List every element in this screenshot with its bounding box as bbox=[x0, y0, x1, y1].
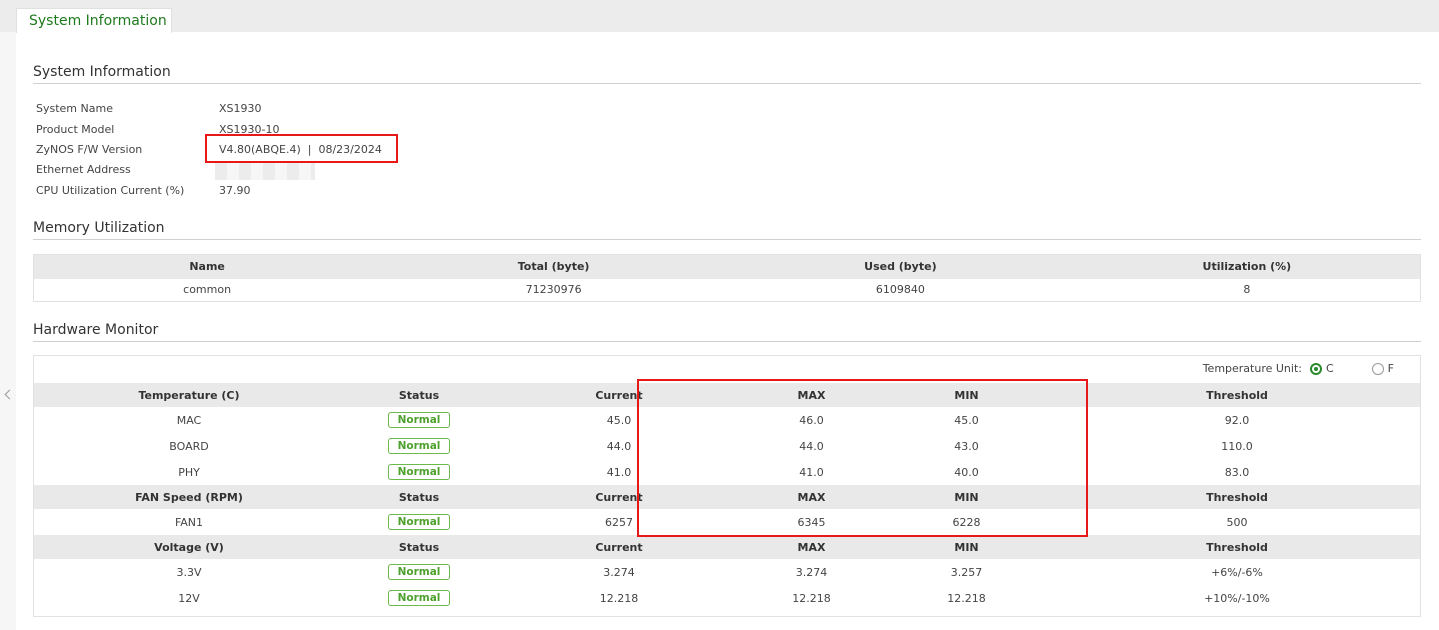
fan-name: FAN1 bbox=[174, 515, 204, 529]
tab-bar bbox=[0, 0, 1439, 32]
memory-name-cell: common bbox=[183, 283, 232, 297]
system-name-value: XS1930 bbox=[219, 102, 262, 115]
threshold-cell: 500 bbox=[1226, 515, 1248, 529]
threshold-cell: +10%/-10% bbox=[1204, 591, 1270, 605]
memory-col-utilization: Utilization (%) bbox=[1073, 254, 1421, 279]
sensor-name: MAC bbox=[176, 413, 202, 427]
table-row: 3.3V Normal 3.274 3.274 3.257 +6%/-6% bbox=[34, 559, 1420, 585]
temperature-col-status: Status bbox=[344, 383, 494, 407]
fan-col-status: Status bbox=[344, 485, 494, 509]
voltage-col-status: Status bbox=[344, 535, 494, 559]
voltage-col-min: MIN bbox=[879, 535, 1054, 559]
cpu-utilization-label: CPU Utilization Current (%) bbox=[36, 184, 185, 197]
ethernet-address-label: Ethernet Address bbox=[36, 163, 131, 176]
status-badge: Normal bbox=[388, 590, 450, 606]
fan-col-threshold: Threshold bbox=[1054, 485, 1420, 509]
sensor-name: PHY bbox=[178, 465, 200, 479]
status-cell: Normal bbox=[344, 407, 494, 433]
voltage-col-current: Current bbox=[494, 535, 744, 559]
hardware-monitor-title: Hardware Monitor bbox=[33, 322, 1421, 342]
cpu-utilization-value: 37.90 bbox=[219, 184, 251, 197]
status-cell: Normal bbox=[344, 433, 494, 459]
threshold-cell: 110.0 bbox=[1221, 439, 1253, 453]
memory-total-cell: 71230976 bbox=[525, 283, 582, 297]
status-cell: Normal bbox=[344, 585, 494, 611]
status-badge: Normal bbox=[388, 412, 450, 428]
firmware-version-label: ZyNOS F/W Version bbox=[36, 143, 143, 156]
memory-col-name: Name bbox=[33, 254, 381, 279]
status-cell: Normal bbox=[344, 459, 494, 485]
current-cell: 12.218 bbox=[599, 591, 639, 605]
side-collapse-strip[interactable] bbox=[0, 32, 16, 630]
status-cell: Normal bbox=[344, 509, 494, 535]
threshold-cell: 83.0 bbox=[1224, 465, 1250, 479]
memory-col-total: Total (byte) bbox=[380, 254, 727, 279]
voltage-header-row: Voltage (V) Status Current MAX MIN Thres… bbox=[34, 535, 1420, 559]
memory-utilization-cell: 8 bbox=[1243, 283, 1251, 297]
sensor-name: BOARD bbox=[169, 439, 209, 453]
table-row: common 71230976 6109840 8 bbox=[34, 279, 1421, 302]
readings-highlight-box bbox=[637, 379, 1088, 537]
voltage-name: 3.3V bbox=[176, 565, 202, 579]
firmware-highlight-box bbox=[205, 134, 398, 163]
max-cell: 12.218 bbox=[792, 591, 831, 605]
min-cell: 3.257 bbox=[950, 565, 983, 579]
threshold-cell: +6%/-6% bbox=[1211, 565, 1263, 579]
status-badge: Normal bbox=[388, 438, 450, 454]
memory-utilization-title: Memory Utilization bbox=[33, 220, 1421, 240]
fan-col-name: FAN Speed (RPM) bbox=[34, 485, 344, 509]
voltage-col-max: MAX bbox=[744, 535, 879, 559]
system-information-title: System Information bbox=[33, 64, 1421, 84]
max-cell: 3.274 bbox=[795, 565, 828, 579]
voltage-name: 12V bbox=[178, 591, 200, 605]
memory-col-used: Used (byte) bbox=[727, 254, 1074, 279]
product-model-label: Product Model bbox=[36, 123, 115, 136]
unit-f-label: F bbox=[1387, 362, 1394, 375]
temperature-col-threshold: Threshold bbox=[1054, 383, 1420, 407]
unit-c-radio[interactable] bbox=[1309, 362, 1322, 375]
status-badge: Normal bbox=[388, 564, 450, 580]
status-cell: Normal bbox=[344, 559, 494, 585]
temperature-col-sensor: Temperature (C) bbox=[34, 383, 344, 407]
memory-header-row: Name Total (byte) Used (byte) Utilizatio… bbox=[33, 254, 1421, 279]
current-cell: 3.274 bbox=[603, 565, 635, 579]
system-name-label: System Name bbox=[36, 102, 113, 115]
memory-used-cell: 6109840 bbox=[875, 283, 925, 297]
temperature-unit-selector: Temperature Unit: C F bbox=[1203, 362, 1394, 375]
memory-table: Name Total (byte) Used (byte) Utilizatio… bbox=[33, 254, 1421, 302]
voltage-col-name: Voltage (V) bbox=[34, 535, 344, 559]
tab-system-information[interactable]: System Information bbox=[16, 8, 172, 33]
status-badge: Normal bbox=[388, 464, 450, 480]
table-row: 12V Normal 12.218 12.218 12.218 +10%/-10… bbox=[34, 585, 1420, 611]
chevron-left-icon[interactable] bbox=[4, 389, 15, 400]
unit-f-radio[interactable] bbox=[1371, 362, 1384, 375]
unit-c-label: C bbox=[1325, 362, 1334, 375]
ethernet-address-redacted bbox=[215, 162, 315, 180]
temperature-unit-label: Temperature Unit: bbox=[1202, 362, 1302, 375]
voltage-col-threshold: Threshold bbox=[1054, 535, 1420, 559]
min-cell: 12.218 bbox=[947, 591, 986, 605]
status-badge: Normal bbox=[388, 514, 450, 530]
threshold-cell: 92.0 bbox=[1224, 413, 1250, 427]
